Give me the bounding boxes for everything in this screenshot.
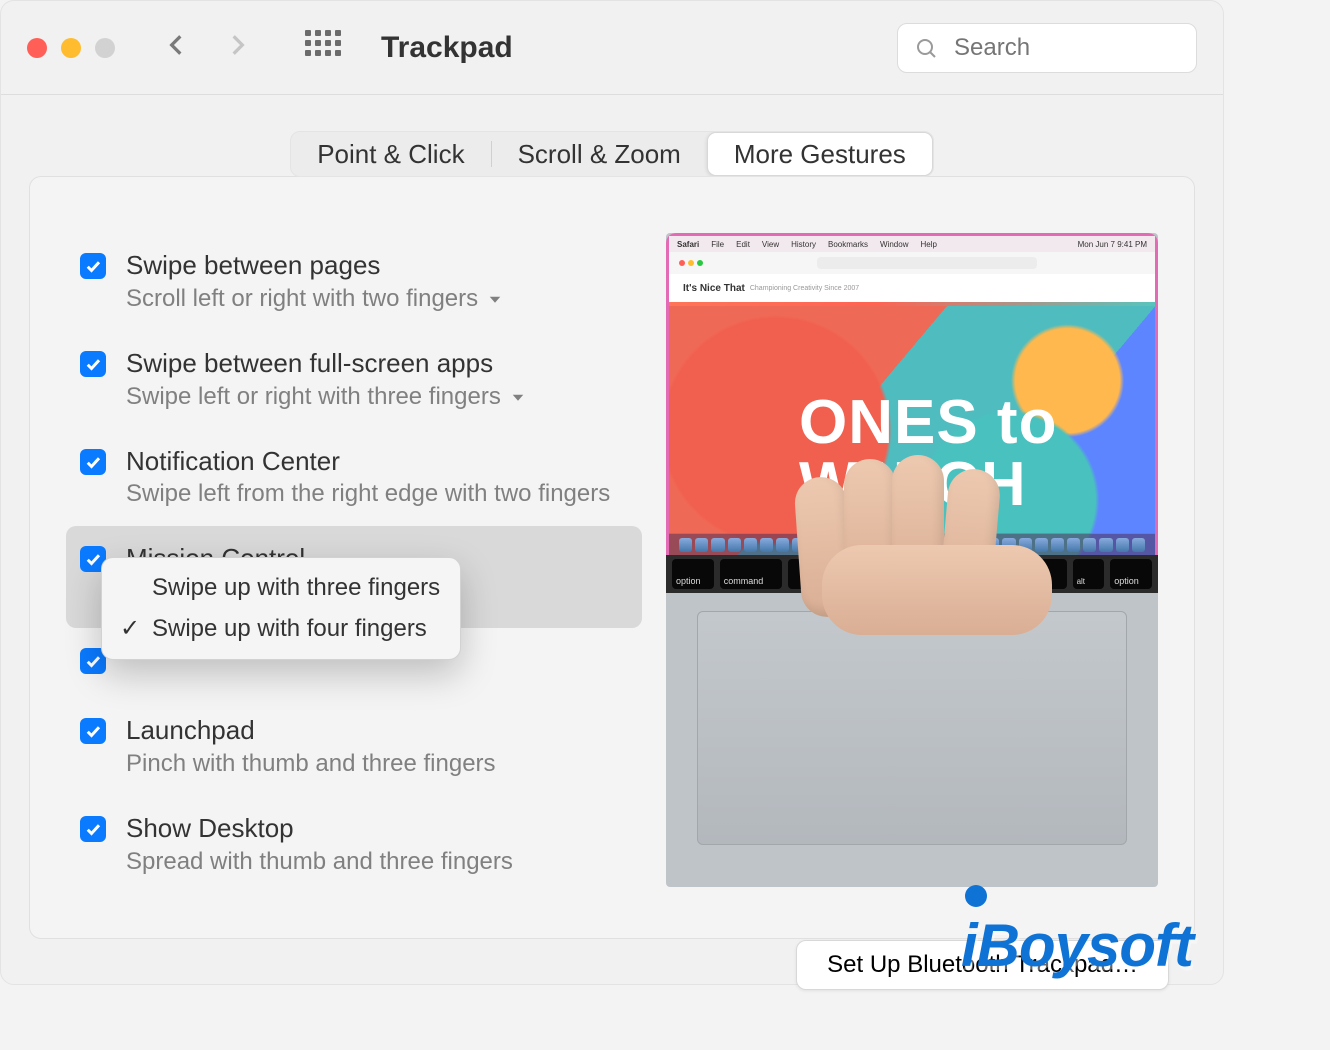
preferences-window: Trackpad Point & Click Scroll & Zoom Mor… — [0, 0, 1224, 985]
option-subtitle[interactable]: Swipe left or right with three fingers — [126, 383, 628, 411]
segmented-control: Point & Click Scroll & Zoom More Gesture… — [290, 131, 934, 177]
option-swipe-pages: Swipe between pages Scroll left or right… — [66, 233, 642, 331]
dropdown-item-selected[interactable]: ✓ Swipe up with four fingers — [102, 608, 460, 649]
hand-illustration — [798, 455, 1068, 605]
nav-arrows — [163, 32, 251, 63]
tab-control: Point & Click Scroll & Zoom More Gesture… — [1, 131, 1223, 177]
search-field[interactable] — [897, 23, 1197, 73]
tab-more-gestures[interactable]: More Gestures — [707, 132, 933, 176]
checkbox[interactable] — [80, 449, 106, 475]
chevron-down-icon — [486, 290, 504, 308]
checkbox[interactable] — [80, 351, 106, 377]
search-input[interactable] — [897, 23, 1197, 73]
dropdown-item[interactable]: Swipe up with three fingers — [102, 568, 460, 608]
chevron-down-icon — [509, 388, 527, 406]
window-controls — [27, 38, 115, 58]
checkbox[interactable] — [80, 718, 106, 744]
check-icon: ✓ — [120, 614, 138, 643]
page-title: Trackpad — [381, 31, 513, 65]
show-all-icon[interactable] — [305, 30, 341, 66]
url-field — [817, 257, 1037, 269]
option-notification-center: Notification Center Swipe left from the … — [66, 429, 642, 527]
option-title: Show Desktop — [126, 812, 628, 846]
option-launchpad: Launchpad Pinch with thumb and three fin… — [66, 698, 642, 796]
mission-control-dropdown[interactable]: Swipe up with three fingers ✓ Swipe up w… — [101, 557, 461, 660]
trackpad-surface — [697, 611, 1127, 845]
checkbox[interactable] — [80, 253, 106, 279]
zoom-button[interactable] — [95, 38, 115, 58]
option-subtitle: Swipe left from the right edge with two … — [126, 480, 628, 508]
option-title: Swipe between full-screen apps — [126, 347, 628, 381]
forward-button[interactable] — [225, 32, 251, 63]
tab-point-click[interactable]: Point & Click — [291, 132, 490, 176]
option-subtitle: Pinch with thumb and three fingers — [126, 750, 628, 778]
browser-toolbar — [669, 252, 1155, 274]
back-button[interactable] — [163, 32, 189, 63]
option-title: Notification Center — [126, 445, 628, 479]
option-swipe-apps: Swipe between full-screen apps Swipe lef… — [66, 331, 642, 429]
option-title: Swipe between pages — [126, 249, 628, 283]
menu-bar: Safari FileEdit ViewHistory BookmarksWin… — [669, 236, 1155, 252]
site-header: It's Nice That Championing Creativity Si… — [669, 274, 1155, 302]
minimize-button[interactable] — [61, 38, 81, 58]
option-title: Launchpad — [126, 714, 628, 748]
setup-bluetooth-button[interactable]: Set Up Bluetooth Trackpad… — [796, 940, 1169, 990]
search-icon — [915, 37, 939, 61]
option-subtitle[interactable]: Scroll left or right with two fingers — [126, 285, 628, 313]
close-button[interactable] — [27, 38, 47, 58]
gesture-preview: Safari FileEdit ViewHistory BookmarksWin… — [666, 233, 1158, 887]
option-show-desktop: Show Desktop Spread with thumb and three… — [66, 796, 642, 894]
tab-scroll-zoom[interactable]: Scroll & Zoom — [492, 132, 707, 176]
checkbox[interactable] — [80, 816, 106, 842]
option-subtitle: Spread with thumb and three fingers — [126, 848, 628, 876]
toolbar: Trackpad — [1, 1, 1223, 95]
